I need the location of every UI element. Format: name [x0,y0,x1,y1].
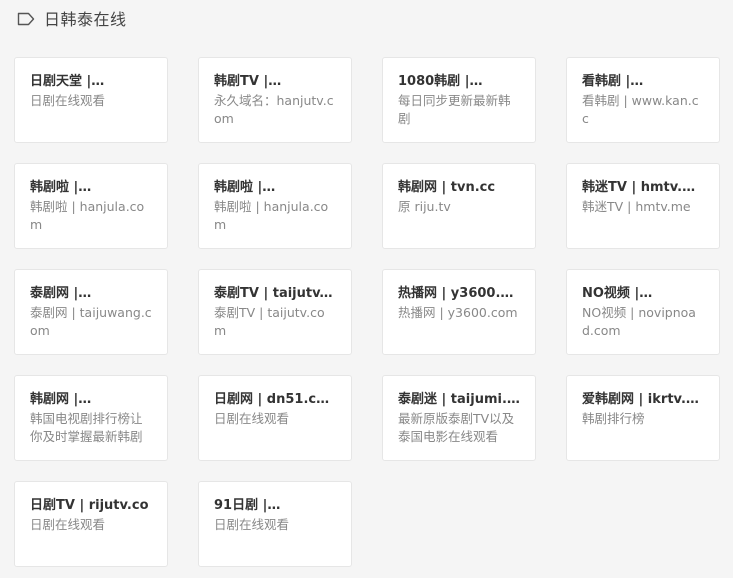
site-card[interactable]: 1080韩剧 |… 每日同步更新最新韩剧 [382,57,536,143]
tag-icon [17,11,35,26]
site-card[interactable]: 91日剧 |… 日剧在线观看 [198,481,352,567]
site-card-description: 泰剧TV | taijutv.com [214,305,325,338]
site-card-title: 韩迷TV | hmtv.me [582,180,704,195]
site-card-title: 韩剧啦 |… [214,180,276,195]
site-card[interactable]: 爱韩剧网 | ikrtv.com 韩剧排行榜 [566,375,720,461]
site-card-title: 日剧TV | rijutv.co [30,498,149,513]
site-card[interactable]: 泰剧网 |… 泰剧网 | taijuwang.com [14,269,168,355]
site-card-description: 泰剧网 | taijuwang.com [30,305,152,338]
site-card[interactable]: 韩剧TV |… 永久域名：hanjutv.com [198,57,352,143]
site-card-title: 爱韩剧网 | ikrtv.com [582,392,704,407]
site-card[interactable]: 热播网 | y3600.com 热播网 | y3600.com [382,269,536,355]
site-card-title: 1080韩剧 |… [398,74,483,89]
site-card[interactable]: 韩剧网 |… 韩国电视剧排行榜让你及时掌握最新韩剧 [14,375,168,461]
site-card[interactable]: 泰剧迷 | taijumi.cc 最新原版泰剧TV以及泰国电影在线观看 [382,375,536,461]
site-card-title: 泰剧迷 | taijumi.cc [398,392,520,407]
site-card-title: 泰剧网 |… [30,286,92,301]
site-card-description: 日剧在线观看 [30,517,106,532]
site-card-description: 热播网 | y3600.com [398,305,518,320]
site-card[interactable]: 韩剧啦 |… 韩剧啦 | hanjula.com [198,163,352,249]
site-card[interactable]: NO视频 |… NO视频 | novipnoad.com [566,269,720,355]
site-card-description: 日剧在线观看 [214,517,290,532]
site-card-description: 韩剧啦 | hanjula.com [214,199,329,232]
site-card-title: 日剧天堂 |… [30,74,105,89]
site-card-description: 原 riju.tv [398,199,451,214]
site-card[interactable]: 泰剧TV | taijutv.com 泰剧TV | taijutv.com [198,269,352,355]
site-card-title: 韩剧网 | tvn.cc [398,180,496,195]
site-grid: 日剧天堂 |… 日剧在线观看 韩剧TV |… 永久域名：hanjutv.com 1080… [14,57,720,567]
section-header: 日韩泰在线 [17,7,127,29]
site-card[interactable]: 韩迷TV | hmtv.me 韩迷TV | hmtv.me [566,163,720,249]
site-card-description: 看韩剧 | www.kan.cc [582,93,699,126]
section-title: 日韩泰在线 [44,10,127,29]
site-card-description: 日剧在线观看 [30,93,106,108]
site-card-title: 韩剧网 |… [30,392,92,407]
site-card[interactable]: 看韩剧 |… 看韩剧 | www.kan.cc [566,57,720,143]
site-card-title: NO视频 |… [582,286,653,301]
site-card-description: 最新原版泰剧TV以及泰国电影在线观看 [398,411,515,444]
site-card-description: 日剧在线观看 [214,411,290,426]
site-card-description: 韩剧啦 | hanjula.com [30,199,145,232]
page: 日韩泰在线 日剧天堂 |… 日剧在线观看 韩剧TV |… 永久域名：hanjutv.c… [0,0,733,578]
site-card-title: 韩剧TV |… [214,74,282,89]
site-card[interactable]: 韩剧啦 |… 韩剧啦 | hanjula.com [14,163,168,249]
site-card-description: 永久域名：hanjutv.com [214,93,334,126]
site-card-description: 每日同步更新最新韩剧 [398,93,511,126]
site-card[interactable]: 日剧天堂 |… 日剧在线观看 [14,57,168,143]
site-card-title: 日剧网 | dn51.com [214,392,336,407]
site-card-title: 看韩剧 |… [582,74,644,89]
site-card-description: 韩剧排行榜 [582,411,645,426]
site-card[interactable]: 日剧TV | rijutv.co 日剧在线观看 [14,481,168,567]
site-card-title: 韩剧啦 |… [30,180,92,195]
site-card-description: 韩迷TV | hmtv.me [582,199,691,214]
site-card[interactable]: 日剧网 | dn51.com 日剧在线观看 [198,375,352,461]
site-card-title: 热播网 | y3600.com [398,286,520,301]
site-card-description: NO视频 | novipnoad.com [582,305,696,338]
site-card-description: 韩国电视剧排行榜让你及时掌握最新韩剧 [30,411,143,444]
site-card-title: 91日剧 |… [214,498,281,513]
site-card[interactable]: 韩剧网 | tvn.cc 原 riju.tv [382,163,536,249]
site-card-title: 泰剧TV | taijutv.com [214,286,336,301]
